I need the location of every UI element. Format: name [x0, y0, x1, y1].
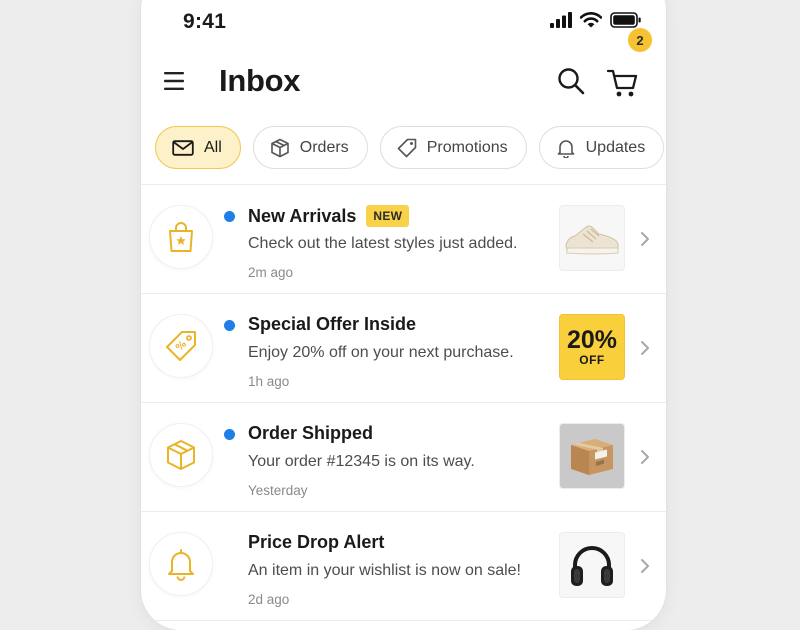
message-body: Enjoy 20% off on your next purchase.: [248, 344, 514, 361]
cart-button[interactable]: [606, 65, 640, 99]
box-icon: [270, 138, 289, 157]
signal-icon: [550, 12, 572, 33]
discount-tag-icon: %: [149, 314, 213, 378]
message-body: An item in your wishlist is now on sale!: [248, 562, 521, 579]
wifi-icon: [579, 12, 603, 33]
message-body: Check out the latest styles just added.: [248, 235, 518, 252]
tab-orders[interactable]: Orders: [252, 126, 368, 169]
message-title-line: Price Drop Alert: [248, 532, 384, 553]
bell-icon: [149, 532, 213, 596]
message-time: 1h ago: [248, 374, 290, 389]
tab-label: Updates: [585, 138, 646, 156]
tab-all[interactable]: All: [155, 126, 241, 169]
unread-indicator: [224, 211, 235, 222]
list-item[interactable]: Order Shipped Your order #12345 is on it…: [141, 403, 666, 512]
list-item[interactable]: New Arrivals NEW Check out the latest st…: [141, 185, 666, 294]
chevron-right-icon: [641, 450, 649, 464]
message-title: New Arrivals: [248, 205, 357, 226]
status-icons: [550, 12, 642, 33]
tab-label: Orders: [299, 138, 349, 156]
discount-thumbnail: 20% OFF: [559, 314, 625, 380]
bell-icon: [557, 139, 574, 158]
message-title: Order Shipped: [248, 423, 374, 443]
status-time: 9:41: [183, 10, 227, 33]
package-icon: [149, 423, 213, 487]
message-title-line: Special Offer Inside: [248, 314, 416, 335]
discount-percent: 20%: [566, 326, 618, 354]
tag-icon: [397, 138, 416, 157]
cart-icon: [606, 69, 638, 97]
discount-off-label: OFF: [579, 353, 605, 367]
message-title-line: Order Shipped: [248, 423, 373, 444]
unread-indicator: [224, 320, 235, 331]
cart-count-badge: 2: [628, 28, 652, 52]
message-title-line: New Arrivals NEW: [248, 205, 410, 227]
cardboard-box-thumbnail: [559, 423, 625, 489]
svg-text:%: %: [174, 339, 189, 354]
message-title: Special Offer Inside: [248, 314, 417, 334]
tab-label: Promotions: [426, 138, 508, 156]
tab-label: All: [204, 138, 222, 156]
message-time: Yesterday: [248, 483, 308, 498]
message-time: 2m ago: [248, 265, 294, 280]
new-badge: NEW: [366, 205, 410, 227]
chevron-right-icon: [641, 559, 649, 573]
shopping-bag-icon: [149, 205, 213, 269]
message-title: Price Drop Alert: [248, 532, 385, 552]
unread-indicator: [224, 429, 235, 440]
mail-icon: [172, 139, 194, 156]
list-item[interactable]: % Special Offer Inside Enjoy 20% off on …: [141, 294, 666, 403]
tab-updates[interactable]: Updates: [538, 126, 665, 169]
search-icon: [558, 68, 585, 95]
menu-button[interactable]: [163, 70, 187, 92]
status-bar: 9:41: [141, 0, 666, 44]
hamburger-icon: [164, 72, 184, 90]
header: Inbox: [141, 50, 666, 112]
filter-tabs: All Orders Promotions Updates: [155, 126, 665, 169]
list-item[interactable]: Price Drop Alert An item in your wishlis…: [141, 512, 666, 621]
headphones-thumbnail: [559, 532, 625, 598]
sneaker-thumbnail: [559, 205, 625, 271]
chevron-right-icon: [641, 341, 649, 355]
tab-promotions[interactable]: Promotions: [379, 126, 527, 169]
chevron-right-icon: [641, 232, 649, 246]
search-button[interactable]: [556, 66, 586, 96]
phone-screen: 9:41 Inbox 2 All Orders Promotions Updat…: [141, 0, 666, 630]
message-list: New Arrivals NEW Check out the latest st…: [141, 184, 666, 621]
page-title: Inbox: [219, 63, 301, 98]
message-body: Your order #12345 is on its way.: [248, 453, 475, 470]
